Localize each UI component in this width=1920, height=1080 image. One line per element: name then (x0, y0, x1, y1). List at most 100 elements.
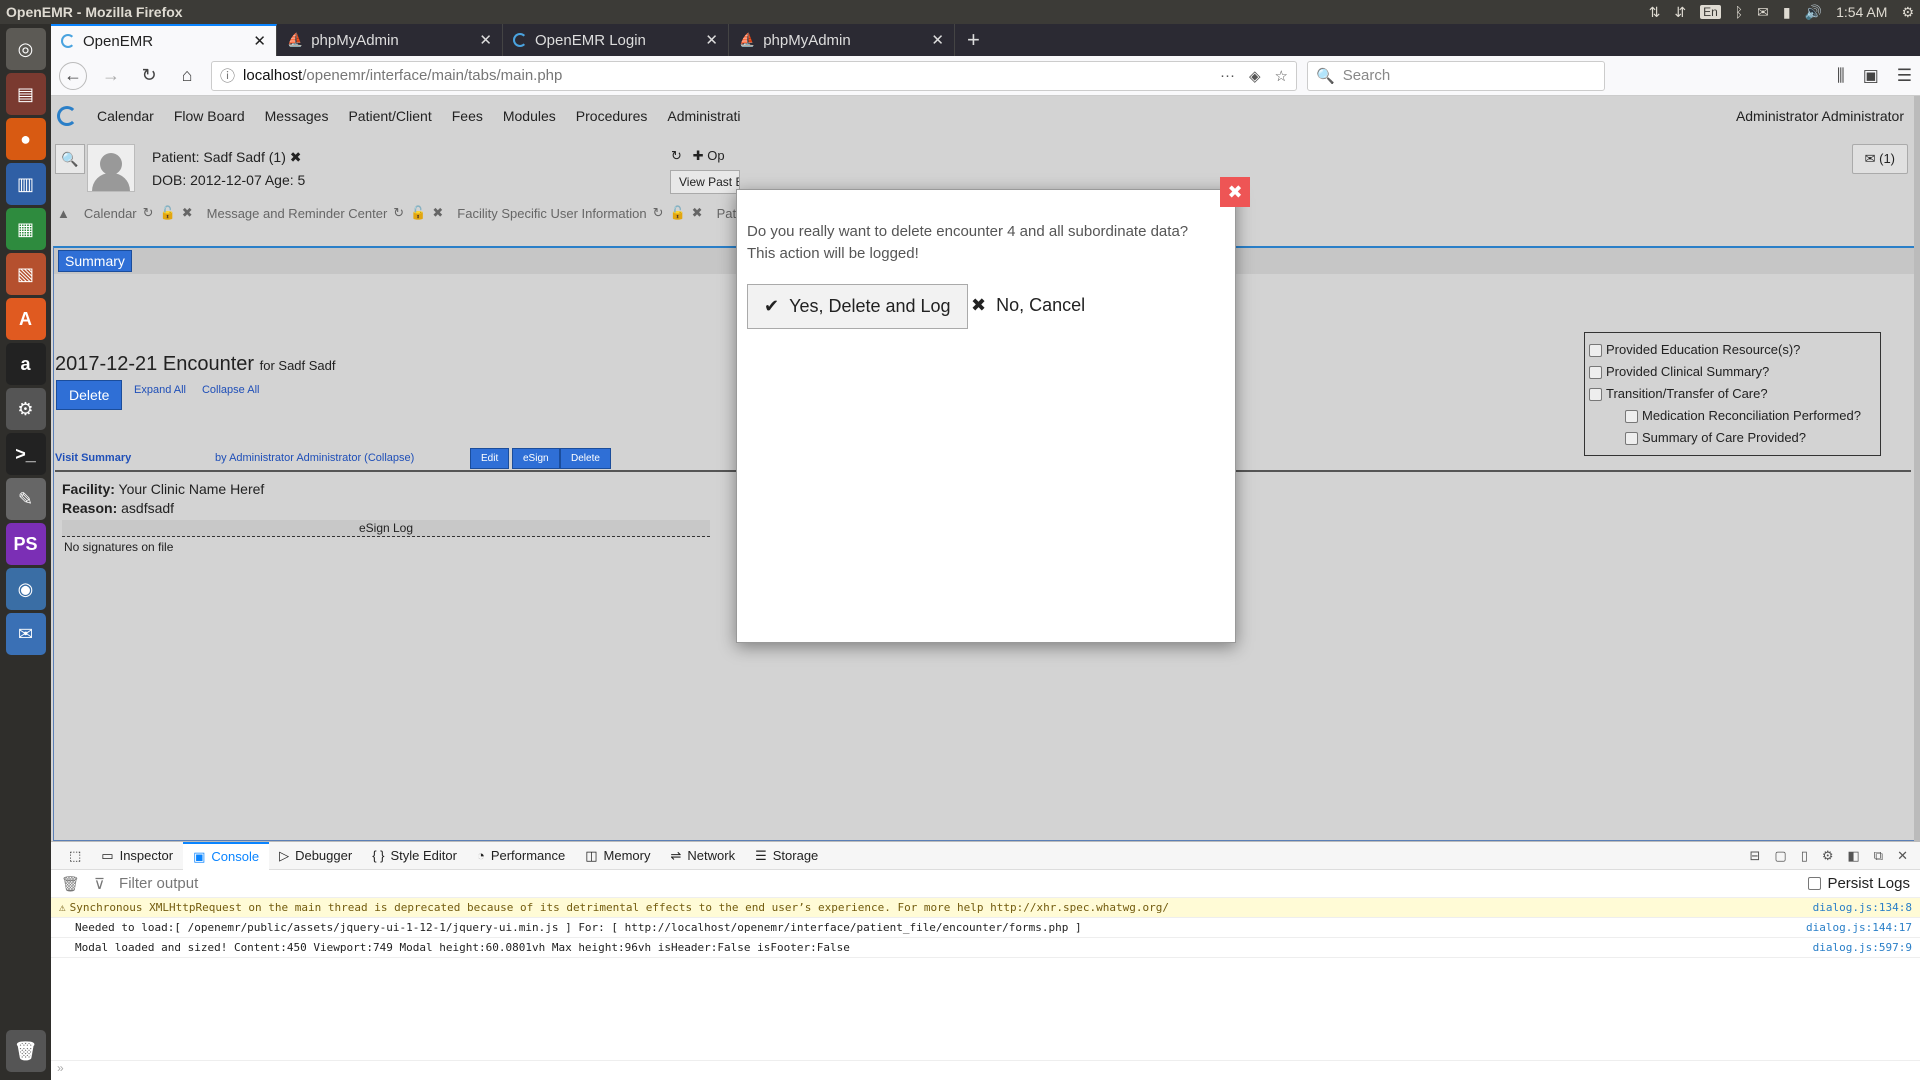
menu-administration[interactable]: Administrati (667, 108, 740, 124)
expand-all-link[interactable]: Expand All (134, 384, 186, 396)
tab-memory[interactable]: ◫ Memory (575, 842, 660, 870)
power-gear-icon[interactable]: ⚙ (1901, 4, 1914, 21)
open-encounter-label[interactable]: Op (707, 148, 724, 163)
frame-select-icon[interactable]: ▢ (1774, 848, 1786, 864)
menu-messages[interactable]: Messages (265, 108, 329, 124)
unlock-icon[interactable]: 🔓 (410, 205, 426, 221)
element-picker-icon[interactable]: ⬚ (59, 842, 91, 870)
sidebar-icon[interactable]: ▣ (1863, 66, 1879, 86)
collapse-all-link[interactable]: Collapse All (202, 384, 259, 396)
close-icon[interactable]: ✕ (253, 32, 266, 50)
library-icon[interactable]: ⫼ (1837, 66, 1845, 86)
unlock-icon[interactable]: 🔓 (669, 205, 685, 221)
close-icon[interactable]: ✕ (931, 31, 944, 49)
menu-fees[interactable]: Fees (452, 108, 483, 124)
network-icon[interactable]: ⇅ (1649, 4, 1661, 21)
menu-patient-client[interactable]: Patient/Client (348, 108, 431, 124)
log-source-link[interactable]: dialog.js:134:8 (1813, 898, 1912, 917)
transfer-icon[interactable]: ⇵ (1674, 4, 1686, 21)
trash-clear-icon[interactable]: 🗑 (61, 875, 80, 893)
battery-icon[interactable]: ▮ (1783, 4, 1791, 21)
visit-by-label[interactable]: by Administrator Administrator (Collapse… (215, 452, 414, 464)
refresh-icon[interactable]: ↻ (393, 205, 404, 221)
close-patient-icon[interactable]: ✖ (290, 149, 302, 165)
checkbox[interactable] (1589, 343, 1602, 357)
edit-button[interactable]: Edit (470, 448, 510, 469)
amazon-icon[interactable]: a (5, 343, 46, 385)
volume-icon[interactable]: 🔊 (1805, 4, 1822, 21)
dash-home-icon[interactable]: ◎ (5, 28, 46, 70)
writer-icon[interactable]: ▥ (5, 163, 46, 205)
tab-facility-user-info[interactable]: Facility Specific User Information ↻ 🔓 ✖ (457, 205, 702, 221)
menu-modules[interactable]: Modules (503, 108, 556, 124)
checkbox[interactable] (1808, 877, 1822, 890)
tab-console[interactable]: ▣ Console (183, 841, 270, 870)
keyboard-layout-indicator[interactable]: En (1700, 5, 1721, 19)
close-icon[interactable]: ✖ (182, 205, 193, 221)
settings-icon[interactable]: ⚙ (5, 388, 46, 430)
thunderbird-icon[interactable]: ✉ (5, 613, 46, 655)
unlock-icon[interactable]: 🔓 (160, 205, 176, 221)
persist-logs-toggle[interactable]: Persist Logs (1808, 875, 1910, 892)
refresh-icon[interactable]: ↻ (653, 205, 664, 221)
close-icon[interactable]: ✖ (432, 205, 443, 221)
hamburger-menu-icon[interactable]: ☰ (1897, 66, 1912, 86)
delete-encounter-button[interactable]: Delete (56, 380, 123, 410)
tab-summary[interactable]: Summary (58, 250, 132, 272)
back-arrow-icon[interactable]: ← (59, 61, 87, 90)
browser-tab-phpmyadmin[interactable]: ⛵ phpMyAdmin ✕ (277, 24, 503, 56)
refresh-icon[interactable]: ↻ (143, 205, 154, 221)
cancel-button[interactable]: ✖ No, Cancel (971, 295, 1085, 316)
trash-icon[interactable]: 🗑 (5, 1030, 46, 1072)
plus-icon[interactable]: ✚ (693, 148, 704, 163)
esign-button[interactable]: eSign (512, 448, 560, 469)
menu-procedures[interactable]: Procedures (576, 108, 648, 124)
tab-debugger[interactable]: ▷ Debugger (269, 842, 362, 870)
view-past-encounters-button[interactable]: View Past E (670, 170, 740, 194)
browser-tab-phpmyadmin-2[interactable]: ⛵ phpMyAdmin ✕ (729, 24, 955, 56)
patient-name[interactable]: Patient: Sadf Sadf (1) (152, 149, 286, 165)
terminal-icon[interactable]: >_ (5, 433, 46, 475)
undock-icon[interactable]: ⧉ (1874, 848, 1883, 864)
split-console-icon[interactable]: ⊟ (1749, 848, 1760, 864)
checkbox[interactable] (1589, 387, 1602, 401)
console-input[interactable]: » (51, 1060, 1920, 1080)
software-center-icon[interactable]: A (5, 298, 46, 340)
tab-network[interactable]: ⇌ Network (661, 842, 746, 870)
impress-icon[interactable]: ▧ (5, 253, 46, 295)
search-bar[interactable]: 🔍 Search (1307, 60, 1605, 91)
filter-output-input[interactable]: Filter output (119, 875, 198, 892)
checkbox[interactable] (1625, 409, 1638, 423)
responsive-mode-icon[interactable]: ▯ (1801, 848, 1808, 864)
bluetooth-icon[interactable]: ᛒ (1735, 4, 1743, 20)
browser-tab-openemr-login[interactable]: OpenEMR Login ✕ (503, 24, 729, 56)
checkbox[interactable] (1625, 431, 1638, 445)
close-devtools-icon[interactable]: ✕ (1897, 848, 1908, 864)
collapse-tabs-caret-icon[interactable]: ▲ (57, 206, 70, 221)
tab-style-editor[interactable]: { } Style Editor (362, 842, 467, 870)
dialog-close-icon[interactable]: ✖ (1220, 177, 1250, 207)
forward-arrow-icon[interactable]: → (97, 62, 125, 90)
care-question[interactable]: Provided Education Resource(s)? (1589, 339, 1876, 361)
bookmark-star-icon[interactable]: ☆ (1275, 67, 1288, 85)
care-question[interactable]: Medication Reconciliation Performed? (1589, 405, 1876, 427)
text-editor-icon[interactable]: ✎ (5, 478, 46, 520)
tab-calendar[interactable]: Calendar ↻ 🔓 ✖ (84, 205, 193, 221)
menu-calendar[interactable]: Calendar (97, 108, 154, 124)
log-source-link[interactable]: dialog.js:144:17 (1806, 918, 1912, 937)
calc-icon[interactable]: ▦ (5, 208, 46, 250)
yes-delete-button[interactable]: ✔ Yes, Delete and Log (747, 284, 968, 329)
home-icon[interactable]: ⌂ (173, 62, 201, 90)
files-icon[interactable]: ▤ (5, 73, 46, 115)
browser-tab-openemr[interactable]: OpenEMR ✕ (51, 24, 277, 56)
user-name[interactable]: Administrator Administrator (1736, 108, 1904, 124)
openemr-logo-icon[interactable] (57, 106, 77, 126)
menu-flow-board[interactable]: Flow Board (174, 108, 245, 124)
pocket-icon[interactable]: ◈ (1249, 67, 1261, 85)
chrome-icon[interactable]: ◉ (5, 568, 46, 610)
reload-icon[interactable]: ↻ (135, 62, 163, 90)
page-scrollbar[interactable] (1914, 96, 1920, 841)
dock-side-icon[interactable]: ◧ (1848, 848, 1860, 864)
tab-inspector[interactable]: ▭ Inspector (91, 842, 183, 870)
clock[interactable]: 1:54 AM (1836, 4, 1887, 20)
